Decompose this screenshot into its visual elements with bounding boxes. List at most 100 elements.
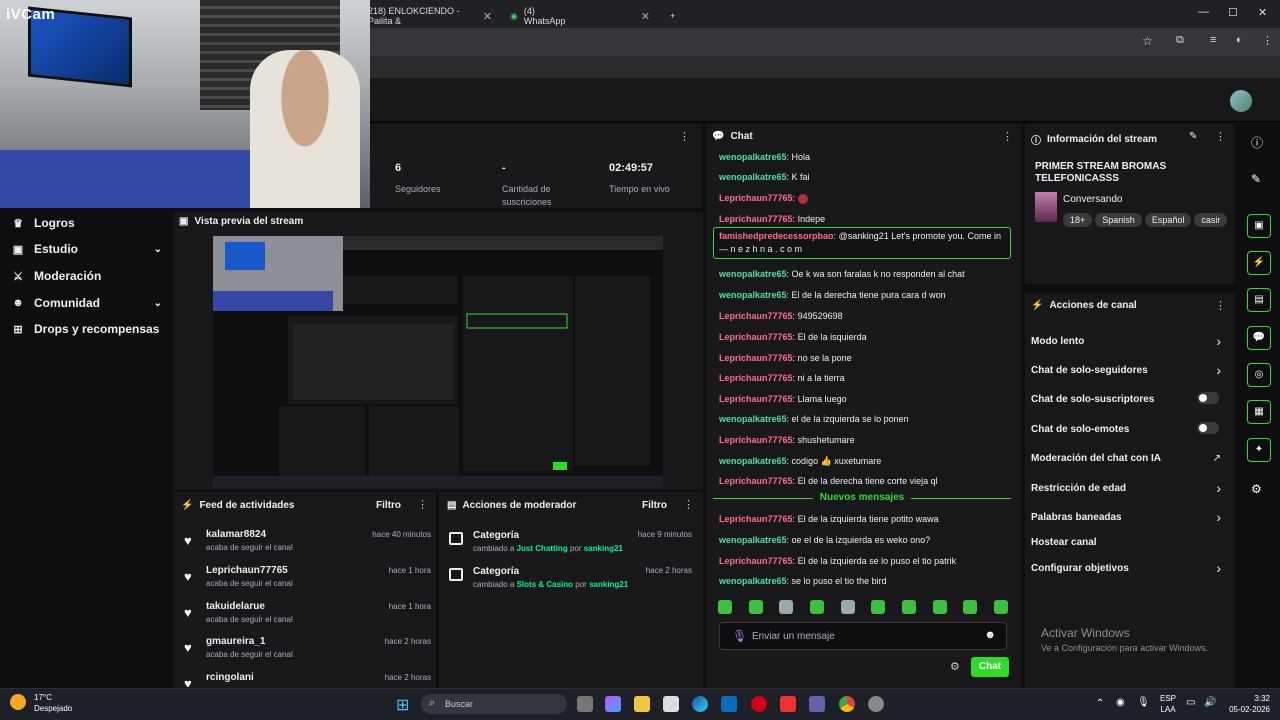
teams-icon[interactable] — [809, 696, 825, 712]
toggle-switch[interactable] — [1197, 392, 1219, 404]
app-red-icon[interactable] — [751, 696, 767, 712]
edge-icon[interactable] — [692, 696, 708, 712]
nav-item-logros[interactable]: ♛ Logros — [12, 216, 162, 230]
channel-action-label: Chat de solo-emotes — [1031, 424, 1130, 435]
close-icon[interactable]: ✕ — [483, 10, 492, 23]
copilot-icon[interactable] — [605, 696, 621, 712]
chat-message: Leprichaun77765: no se la pone — [719, 353, 852, 363]
channel-action-item[interactable]: Configurar objetivos › — [1031, 560, 1227, 576]
info-icon[interactable]: ⓘ — [1251, 134, 1263, 151]
star-icon[interactable]: ☆ — [1142, 34, 1153, 48]
channel-action-item[interactable]: Chat de solo-suscriptores — [1031, 392, 1227, 405]
nav-item-comunidad[interactable]: ☻ Comunidad ⌄ — [12, 296, 162, 310]
tag[interactable]: Spanish — [1095, 213, 1142, 227]
channel-action-item[interactable]: Chat de solo-seguidores › — [1031, 362, 1227, 378]
rail-button-grid[interactable]: ▦ — [1247, 400, 1271, 424]
rail-button-bolt[interactable]: ⚡ — [1247, 251, 1271, 275]
task-view-icon[interactable] — [577, 696, 593, 712]
tag[interactable]: 18+ — [1063, 213, 1093, 227]
volume-icon[interactable]: 🔊 — [1204, 697, 1216, 708]
extensions-icon[interactable]: ⚙ — [1251, 482, 1262, 496]
more-icon[interactable]: ⋮ — [1002, 130, 1013, 143]
close-icon[interactable]: ✕ — [641, 10, 650, 23]
gear-icon[interactable]: ⚙ — [950, 660, 960, 673]
mod-filter-button[interactable]: Filtro — [642, 500, 667, 511]
outlook-icon[interactable] — [721, 696, 737, 712]
channel-action-item[interactable]: Chat de solo-emotes — [1031, 422, 1227, 435]
network-icon[interactable]: ▭ — [1186, 697, 1195, 708]
emote-icon[interactable] — [932, 600, 947, 614]
app-gray-icon[interactable] — [868, 696, 884, 712]
menu-icon[interactable]: ⋮ — [1262, 34, 1273, 47]
channel-action-item[interactable]: Modo lento › — [1031, 333, 1227, 349]
emote-icon[interactable] — [901, 600, 916, 614]
chat-send-button[interactable]: Chat — [971, 657, 1009, 677]
list-item: Categoría cambiado a Just Chatting por s… — [447, 528, 692, 564]
nav-item-moderacion[interactable]: ⚔ Moderación — [12, 269, 162, 283]
pencil-icon[interactable]: ✎ — [1251, 172, 1261, 186]
emote-icon[interactable] — [840, 600, 855, 614]
more-icon[interactable]: ⋮ — [417, 498, 428, 511]
more-icon[interactable]: ⋮ — [683, 498, 694, 511]
file-explorer-icon[interactable] — [634, 696, 650, 712]
store-icon[interactable] — [663, 696, 679, 712]
rail-button-chat[interactable]: 💬 — [1247, 326, 1271, 350]
minimize-icon[interactable]: — — [1198, 6, 1209, 18]
media-icon[interactable]: ≡ — [1210, 34, 1216, 46]
windows-start-icon[interactable]: ⊞ — [396, 695, 409, 715]
more-icon[interactable]: ⋮ — [1215, 299, 1226, 312]
taskbar-search[interactable]: ⌕ Buscar — [421, 694, 567, 714]
browser-tab[interactable]: ◉ (4) WhatsApp ✕ — [502, 4, 658, 28]
heart-icon: ♥ — [184, 605, 192, 620]
mic-icon[interactable]: 🎙 — [732, 629, 747, 643]
more-icon[interactable]: ⋮ — [1215, 130, 1226, 143]
channel-action-item[interactable]: Hostear canal — [1031, 537, 1227, 548]
new-messages-divider[interactable]: Nuevos mensajes — [713, 492, 1011, 504]
more-icon[interactable]: ⋮ — [679, 130, 690, 143]
toggle-switch[interactable] — [1197, 422, 1219, 434]
emote-icon[interactable] — [993, 600, 1008, 614]
rail-button-list[interactable]: ▤ — [1247, 288, 1271, 312]
emote-icon[interactable] — [748, 600, 763, 614]
emote-icon[interactable] — [779, 600, 794, 614]
new-tab-icon[interactable]: + — [662, 4, 683, 28]
browser-tab[interactable]: 218) ENLOKCIENDO - Pailita & ✕ — [360, 4, 500, 28]
extensions-icon[interactable]: ⧉ — [1176, 34, 1184, 47]
emote-icon[interactable] — [809, 600, 824, 614]
feed-filter-button[interactable]: Filtro — [376, 500, 401, 511]
mic-tray-icon[interactable]: 🎙 — [1137, 697, 1150, 708]
channel-action-item[interactable]: Moderación del chat con IA ↗ — [1031, 453, 1227, 464]
chrome-icon[interactable] — [839, 696, 855, 712]
nav-item-drops[interactable]: ⊞ Drops y recompensas — [12, 322, 162, 336]
emote-icon[interactable] — [963, 600, 978, 614]
channel-action-label: Hostear canal — [1031, 537, 1097, 548]
chat-username: wenopalkatre65 — [719, 535, 787, 545]
emoji-icon[interactable]: ☻ — [984, 629, 996, 641]
nav-item-estudio[interactable]: ▣ Estudio ⌄ — [12, 242, 162, 256]
close-window-icon[interactable]: ✕ — [1258, 6, 1267, 19]
chat-input[interactable]: 🎙 Enviar un mensaje ☻ — [719, 622, 1007, 650]
channel-action-item[interactable]: Restricción de edad › — [1031, 480, 1227, 496]
language-indicator[interactable]: ESP LAA — [1158, 693, 1178, 715]
rail-button-broadcast[interactable]: ◎ — [1247, 363, 1271, 387]
emote-icon[interactable] — [718, 600, 732, 614]
tray-icon[interactable]: ◉ — [1116, 697, 1125, 708]
tag[interactable]: casir — [1194, 213, 1228, 227]
preview-title: Vista previa del stream — [194, 216, 304, 227]
maximize-icon[interactable]: ☐ — [1228, 6, 1238, 19]
channel-action-item[interactable]: Palabras baneadas › — [1031, 509, 1227, 525]
avatar[interactable] — [1230, 90, 1252, 112]
clock[interactable]: 3:32 05-02-2026 — [1222, 693, 1270, 715]
weather-widget[interactable]: 17°C Despejado — [10, 692, 72, 714]
rail-button-clip[interactable]: ▣ — [1247, 214, 1271, 238]
edit-icon[interactable]: ✎ — [1189, 131, 1197, 142]
stream-preview-video[interactable] — [213, 236, 663, 488]
chat-text: codigo 👍 xuxetumare — [791, 456, 882, 466]
tag[interactable]: Español — [1144, 213, 1192, 227]
chat-message: wenopalkatre65: el de la izquierda se lo… — [719, 414, 909, 424]
emote-icon[interactable] — [871, 600, 886, 614]
rail-button-tool[interactable]: ✦ — [1247, 438, 1271, 462]
chevron-up-icon[interactable]: ⌃ — [1096, 698, 1104, 709]
record-icon[interactable] — [780, 696, 796, 712]
profile-icon[interactable]: ◐ — [1236, 34, 1243, 46]
